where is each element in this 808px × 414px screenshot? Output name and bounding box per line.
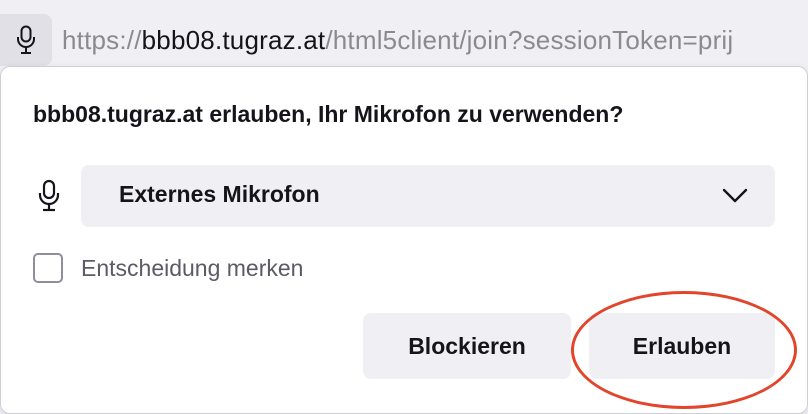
url-path: /html5client/join?sessionToken=prij [325, 25, 734, 55]
microphone-icon [38, 179, 60, 212]
url-text[interactable]: https://bbb08.tugraz.at/html5client/join… [62, 20, 733, 60]
chevron-down-icon [722, 188, 748, 203]
url-prefix: https:// [62, 25, 142, 55]
microphone-device-select[interactable]: Externes Mikrofon [81, 165, 775, 227]
permission-prompt-panel: bbb08.tugraz.at erlauben, Ihr Mikrofon z… [0, 66, 808, 414]
permission-microphone-button[interactable] [0, 14, 52, 66]
selected-device: Externes Mikrofon [119, 181, 320, 207]
url-host: bbb08.tugraz.at [141, 25, 326, 55]
remember-decision-label[interactable]: Entscheidung merken [81, 255, 303, 282]
microphone-icon [17, 25, 35, 54]
block-button[interactable]: Blockieren [363, 313, 571, 379]
remember-decision-checkbox[interactable] [33, 253, 63, 283]
allow-button[interactable]: Erlauben [589, 313, 775, 379]
permission-question: bbb08.tugraz.at erlauben, Ihr Mikrofon z… [33, 101, 624, 127]
